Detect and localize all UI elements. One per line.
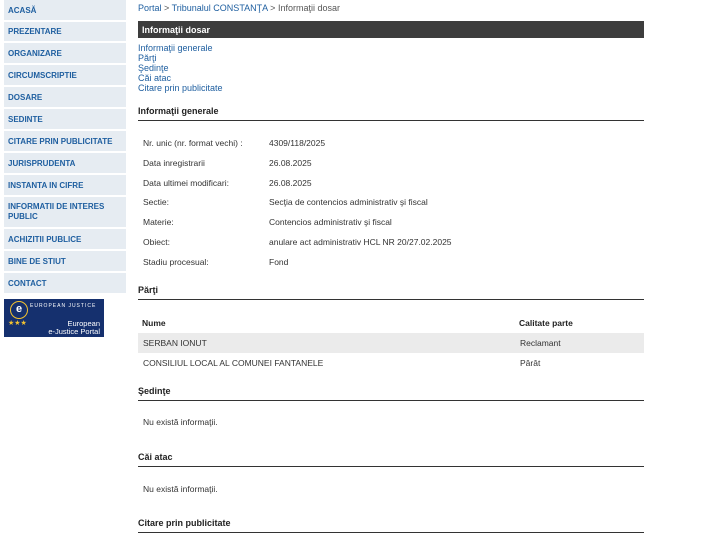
sidebar-item-sedinte[interactable]: SEDINTE xyxy=(4,109,126,129)
info-value: 26.08.2025 xyxy=(269,158,312,168)
table-row: CONSILIUL LOCAL AL COMUNEI FANTANELE Pâr… xyxy=(138,353,644,373)
sidebar-nav: ACASĂ PREZENTARE ORGANIZARE CIRCUMSCRIPT… xyxy=(4,0,126,337)
party-role: Reclamant xyxy=(520,338,561,348)
european-ejustice-banner[interactable]: e EUROPEAN JUSTICE ★★★ European e-Justic… xyxy=(4,299,104,337)
info-value: Contencios administrativ şi fiscal xyxy=(269,217,392,227)
sidebar-item-dosare[interactable]: DOSARE xyxy=(4,87,126,107)
sidebar-item-jurisprudenta[interactable]: JURISPRUDENTA xyxy=(4,153,126,173)
sidebar-item-achizitii-publice[interactable]: ACHIZITII PUBLICE xyxy=(4,229,126,249)
info-label: Data ultimei modificari: xyxy=(143,178,229,188)
link-citare[interactable]: Citare prin publicitate xyxy=(138,83,223,93)
section-heading-sedinte: Şedinţe xyxy=(138,386,644,401)
info-label: Materie: xyxy=(143,217,174,227)
info-row: Data inregistrarii 26.08.2025 xyxy=(143,158,312,168)
col-header-name: Nume xyxy=(142,318,166,328)
cai-atac-empty-text: Nu există informaţii. xyxy=(143,484,218,494)
sidebar-item-citare[interactable]: CITARE PRIN PUBLICITATE xyxy=(4,131,126,151)
party-name: SERBAN IONUT xyxy=(143,338,207,348)
sidebar-item-circumscriptie[interactable]: CIRCUMSCRIPTIE xyxy=(4,65,126,85)
breadcrumb-current: Informaţii dosar xyxy=(277,3,340,13)
sidebar-item-instanta-in-cifre[interactable]: INSTANTA IN CIFRE xyxy=(4,175,126,195)
info-row: Sectie: Secţia de contencios administrati… xyxy=(143,197,428,207)
link-parti[interactable]: Părţi xyxy=(138,53,223,63)
section-heading-cai-atac: Căi atac xyxy=(138,452,644,467)
sidebar-item-contact[interactable]: CONTACT xyxy=(4,273,126,293)
parti-table-header: Nume Calitate parte xyxy=(138,313,644,333)
col-header-role: Calitate parte xyxy=(519,318,573,328)
table-row: SERBAN IONUT Reclamant xyxy=(138,333,644,353)
info-row: Nr. unic (nr. format vechi) : 4309/118/20… xyxy=(143,138,325,148)
breadcrumb-court[interactable]: Tribunalul CONSTANŢA xyxy=(172,3,268,13)
breadcrumb: Portal > Tribunalul CONSTANŢA > Informaţ… xyxy=(138,3,340,13)
breadcrumb-sep: > xyxy=(270,3,278,13)
info-label: Data inregistrarii xyxy=(143,158,205,168)
sidebar-item-acasa[interactable]: ACASĂ xyxy=(4,0,126,20)
section-heading-parti: Părţi xyxy=(138,285,644,300)
info-label: Nr. unic (nr. format vechi) : xyxy=(143,138,243,148)
section-heading-general: Informaţii generale xyxy=(138,106,644,121)
sidebar-item-informatii-interes-public[interactable]: INFORMATII DE INTERES PUBLIC xyxy=(4,197,126,227)
info-value: anulare act administrativ HCL NR 20/27.0… xyxy=(269,237,452,247)
info-row: Data ultimei modificari: 26.08.2025 xyxy=(143,178,312,188)
link-sedinte[interactable]: Şedinţe xyxy=(138,63,223,73)
section-heading-citare: Citare prin publicitate xyxy=(138,518,644,533)
sidebar-item-prezentare[interactable]: PREZENTARE xyxy=(4,22,126,41)
sedinte-empty-text: Nu există informaţii. xyxy=(143,417,218,427)
info-row: Stadiu procesual: Fond xyxy=(143,257,288,267)
ejustice-logo-icon: e xyxy=(10,301,28,319)
info-value: 26.08.2025 xyxy=(269,178,312,188)
breadcrumb-portal[interactable]: Portal xyxy=(138,3,162,13)
link-cai-atac[interactable]: Căi atac xyxy=(138,73,223,83)
party-role: Pârât xyxy=(520,358,541,368)
breadcrumb-sep: > xyxy=(164,3,172,13)
sidebar-item-organizare[interactable]: ORGANIZARE xyxy=(4,43,126,63)
page-title: Informaţii dosar xyxy=(138,21,644,38)
info-label: Sectie: xyxy=(143,197,169,207)
info-label: Obiect: xyxy=(143,237,170,247)
info-value: Secţia de contencios administrativ şi fi… xyxy=(269,197,428,207)
link-informatii-generale[interactable]: Informaţii generale xyxy=(138,43,223,53)
info-value: Fond xyxy=(269,257,289,267)
info-label: Stadiu procesual: xyxy=(143,257,209,267)
info-row: Materie: Contencios administrativ şi fisc… xyxy=(143,217,392,227)
sidebar-item-bine-de-stiut[interactable]: BINE DE STIUT xyxy=(4,251,126,271)
info-row: Obiect: anulare act administrativ HCL NR … xyxy=(143,237,452,247)
banner-brand-top: EUROPEAN JUSTICE xyxy=(30,303,97,309)
info-value: 4309/118/2025 xyxy=(269,138,326,148)
party-name: CONSILIUL LOCAL AL COMUNEI FANTANELE xyxy=(143,358,324,368)
eu-stars-icon: ★★★ xyxy=(8,320,27,327)
section-links: Informaţii generale Părţi Şedinţe Căi at… xyxy=(138,43,223,93)
banner-line2: e-Justice Portal xyxy=(48,327,100,336)
